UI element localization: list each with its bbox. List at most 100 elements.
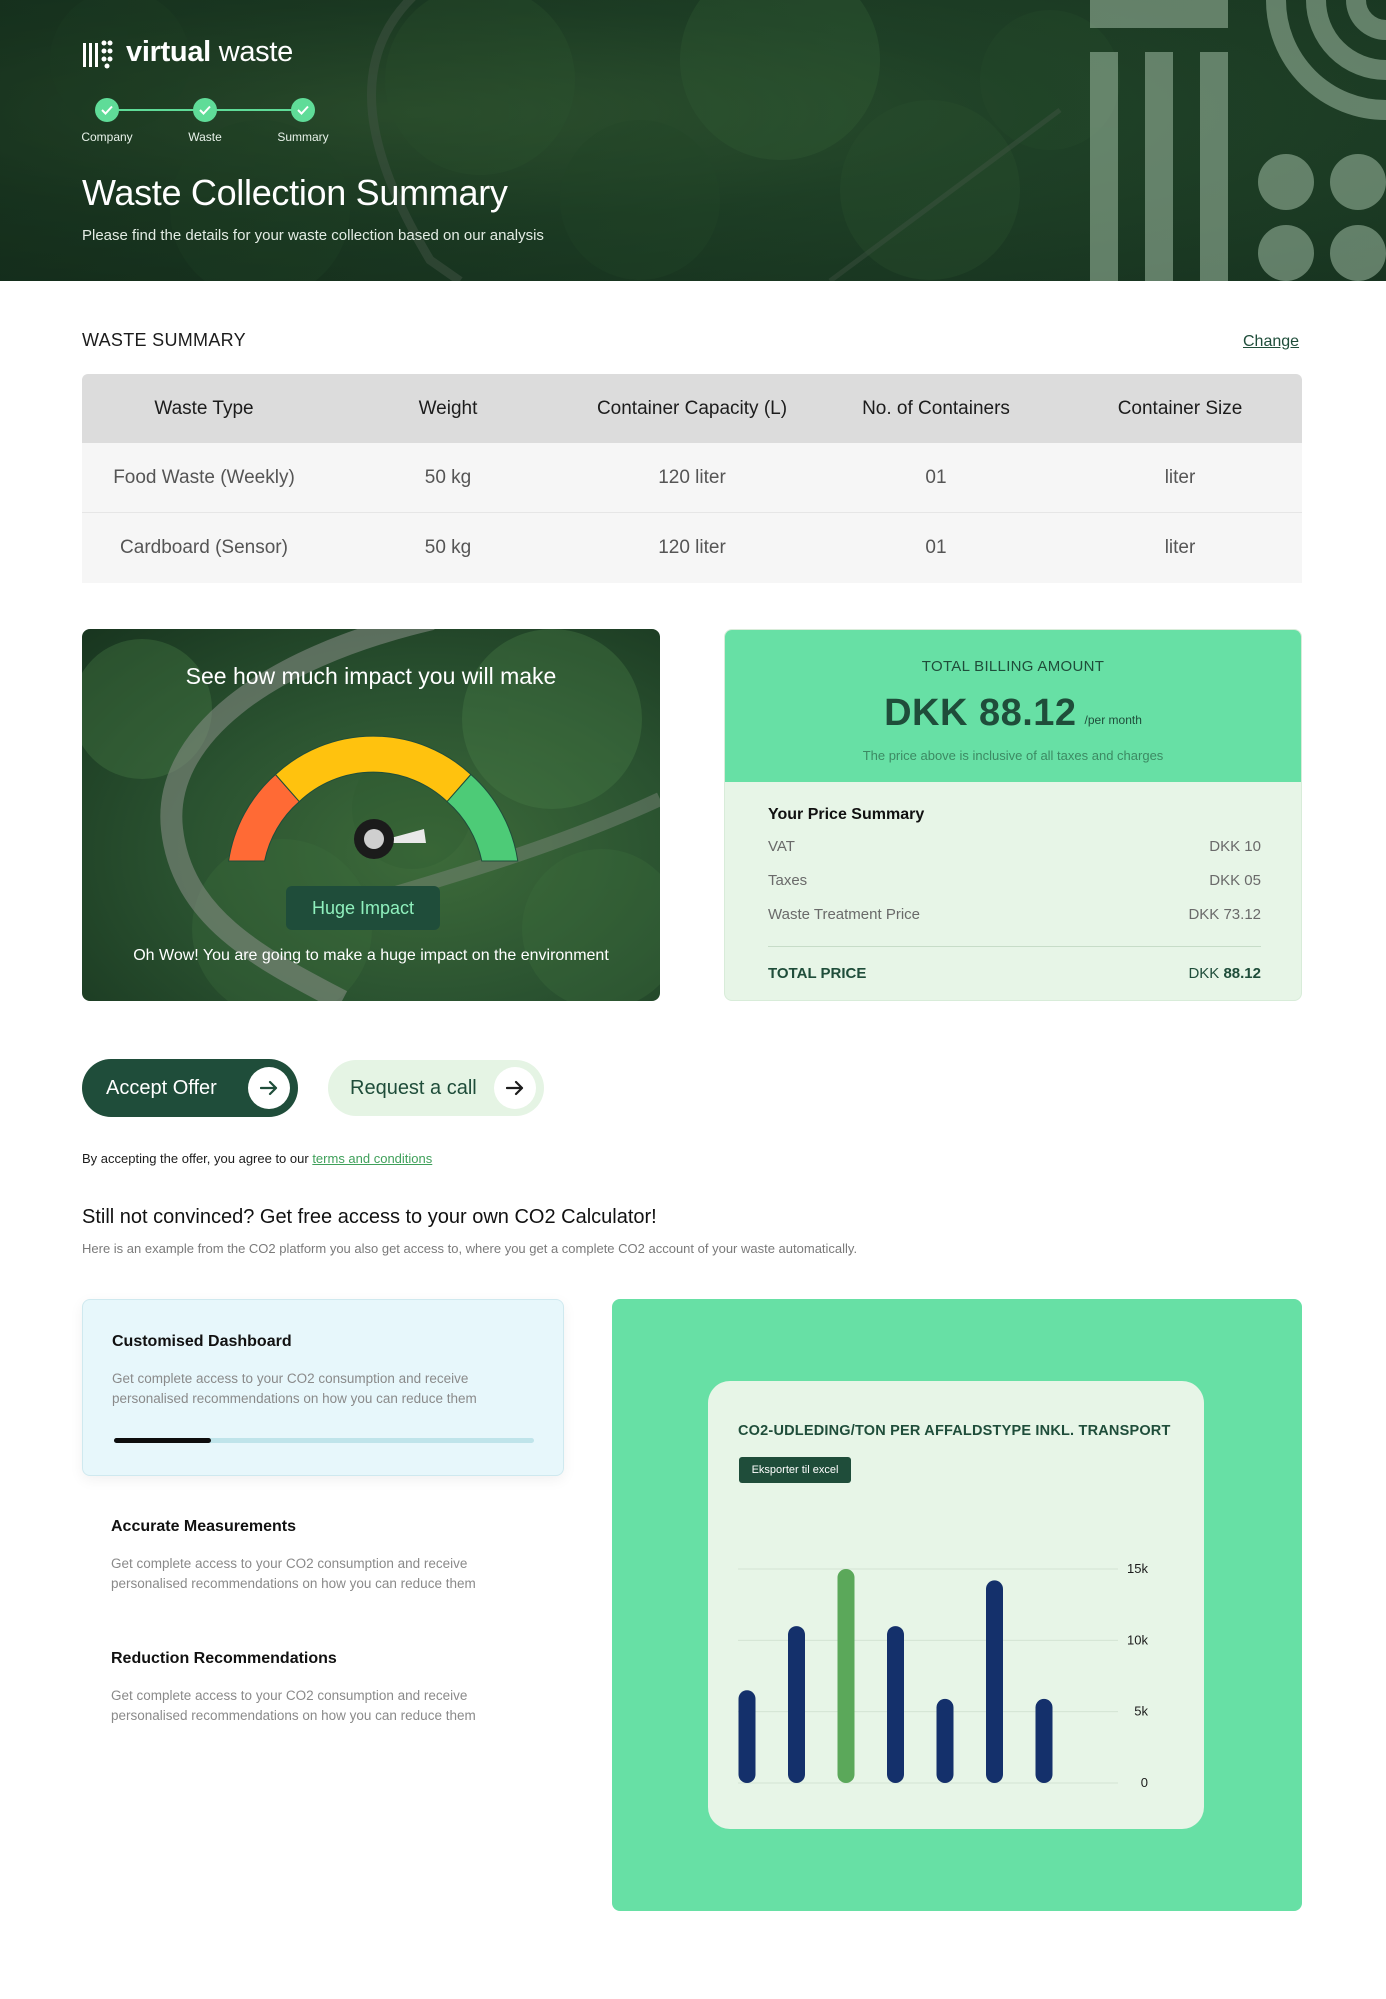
page-subtitle: Please find the details for your waste c… <box>82 227 544 244</box>
check-icon <box>95 98 119 122</box>
column-header: Waste Type <box>154 397 254 419</box>
column-header: Container Size <box>1117 397 1243 419</box>
table-row: Cardboard (Sensor) 50 kg 120 liter 01 li… <box>82 513 1302 583</box>
table-header-row: Waste Type Weight Container Capacity (L)… <box>82 374 1302 443</box>
price-value: DKK 73.12 <box>1188 906 1261 923</box>
table-cell: liter <box>1164 537 1196 558</box>
feature-desc: Get complete access to your CO2 consumpt… <box>111 1556 476 1591</box>
table-cell: 50 kg <box>424 466 472 488</box>
request-call-label: Request a call <box>350 1076 477 1099</box>
logo-icon <box>83 40 113 68</box>
price-value: DKK 05 <box>1209 872 1261 889</box>
price-line-taxes: Taxes DKK 05 <box>768 872 1261 906</box>
step-waste[interactable]: Waste <box>170 98 240 144</box>
billing-amount: DKK 88.12 /per month <box>725 692 1301 735</box>
co2-chart-panel: CO2-UDLEDING/TON PER AFFALDSTYPE INKL. T… <box>612 1299 1302 1911</box>
chart-bar <box>986 1580 1003 1783</box>
y-tick-label: 5k <box>1134 1704 1148 1719</box>
gauge-segment-mid <box>274 735 472 803</box>
feature-title: Customised Dashboard <box>112 1333 292 1350</box>
step-summary[interactable]: Summary <box>268 98 338 144</box>
table-cell: 50 kg <box>424 537 472 558</box>
step-label: Summary <box>277 130 329 144</box>
total-label: TOTAL PRICE <box>768 965 867 982</box>
arrow-right-icon <box>248 1067 290 1109</box>
price-label: Waste Treatment Price <box>768 906 920 923</box>
billing-header: TOTAL BILLING AMOUNT DKK 88.12 /per mont… <box>725 630 1301 782</box>
table-cell: liter <box>1164 466 1196 488</box>
impact-gauge <box>228 735 519 862</box>
request-call-button[interactable]: Request a call <box>328 1060 544 1116</box>
co2-title: Still not convinced? Get free access to … <box>82 1206 657 1228</box>
column-header: No. of Containers <box>862 397 1010 419</box>
column-header: Container Capacity (L) <box>596 397 788 419</box>
progress-stepper: Company Waste Summary <box>81 98 342 148</box>
price-line-vat: VAT DKK 10 <box>768 838 1261 872</box>
y-tick-label: 15k <box>1127 1561 1148 1576</box>
chart-bar <box>837 1569 855 1783</box>
chart-bar <box>887 1626 904 1783</box>
column-header: Weight <box>418 397 478 419</box>
accept-offer-label: Accept Offer <box>106 1076 217 1099</box>
feature-desc: Get complete access to your CO2 consumpt… <box>111 1688 476 1723</box>
co2-subtitle: Here is an example from the CO2 platform… <box>82 1241 858 1256</box>
table-cell: 120 liter <box>658 537 726 558</box>
feature-progress-fill <box>114 1438 211 1443</box>
chart-bar <box>788 1626 805 1783</box>
step-company[interactable]: Company <box>72 98 142 144</box>
impact-card: See how much impact you will make Huge I… <box>82 629 660 1001</box>
page-title: Waste Collection Summary <box>82 172 508 213</box>
co2-chart-card: CO2-UDLEDING/TON PER AFFALDSTYPE INKL. T… <box>708 1381 1204 1829</box>
check-icon <box>291 98 315 122</box>
brand-logo[interactable]: virtual waste <box>82 36 293 69</box>
accept-offer-button[interactable]: Accept Offer <box>82 1059 298 1117</box>
waste-table: Waste Type Weight Container Capacity (L)… <box>82 374 1302 583</box>
impact-title: See how much impact you will make <box>185 663 557 689</box>
feature-customised-dashboard[interactable]: Customised Dashboard Get complete access… <box>82 1299 564 1476</box>
total-value: DKK 88.12 <box>1188 965 1261 982</box>
feature-desc: Get complete access to your CO2 consumpt… <box>112 1371 477 1406</box>
price-value: DKK 10 <box>1209 838 1261 855</box>
step-label: Waste <box>188 130 222 144</box>
price-label: Taxes <box>768 872 808 889</box>
arrow-right-icon <box>494 1067 536 1109</box>
co2-bar-chart: 0 5k 10k 15k <box>738 1561 1148 1790</box>
impact-note: Oh Wow! You are going to make a huge imp… <box>133 947 609 964</box>
billing-label: TOTAL BILLING AMOUNT <box>921 658 1105 675</box>
price-label: VAT <box>768 838 795 855</box>
brand-name: virtual waste <box>126 36 293 68</box>
table-cell: 01 <box>925 537 947 558</box>
billing-amount-value: DKK 88.12 <box>884 692 1077 734</box>
brand-pattern-graphic <box>1090 0 1386 281</box>
terms-text: By accepting the offer, you agree to our… <box>82 1151 433 1166</box>
table-cell: Cardboard (Sensor) <box>120 537 288 558</box>
feature-accurate-measurements[interactable]: Accurate Measurements Get complete acces… <box>82 1484 564 1604</box>
feature-reduction-recommendations[interactable]: Reduction Recommendations Get complete a… <box>82 1616 564 1736</box>
table-cell: Food Waste (Weekly) <box>113 466 295 488</box>
price-divider <box>768 946 1261 947</box>
y-tick-label: 0 <box>1141 1775 1148 1790</box>
table-cell: 01 <box>925 466 947 488</box>
table-row: Food Waste (Weekly) 50 kg 120 liter 01 l… <box>82 443 1302 513</box>
change-link[interactable]: Change <box>1243 333 1299 351</box>
price-summary-title: Your Price Summary <box>768 806 925 823</box>
terms-link[interactable]: terms and conditions <box>312 1151 432 1166</box>
feature-title: Reduction Recommendations <box>111 1650 337 1667</box>
feature-title: Accurate Measurements <box>111 1518 296 1535</box>
feature-progress <box>114 1438 534 1443</box>
price-summary: Your Price Summary VAT DKK 10 Taxes DKK … <box>768 806 1261 982</box>
table-cell: 120 liter <box>658 466 726 488</box>
billing-card: TOTAL BILLING AMOUNT DKK 88.12 /per mont… <box>724 629 1302 1001</box>
chart-bar <box>1035 1698 1053 1783</box>
chart-bar <box>738 1690 756 1783</box>
step-label: Company <box>81 130 133 144</box>
section-title: WASTE SUMMARY <box>82 330 246 350</box>
hero-banner: virtual waste Company Waste Summary Wast… <box>0 0 1386 281</box>
price-line-treatment: Waste Treatment Price DKK 73.12 <box>768 906 1261 940</box>
billing-note: The price above is inclusive of all taxe… <box>862 748 1164 763</box>
impact-badge: Huge Impact <box>286 886 440 930</box>
y-tick-label: 10k <box>1127 1632 1148 1647</box>
chart-bar <box>936 1698 954 1783</box>
billing-period: /per month <box>1084 713 1142 727</box>
price-total: TOTAL PRICE DKK 88.12 <box>768 965 1261 982</box>
